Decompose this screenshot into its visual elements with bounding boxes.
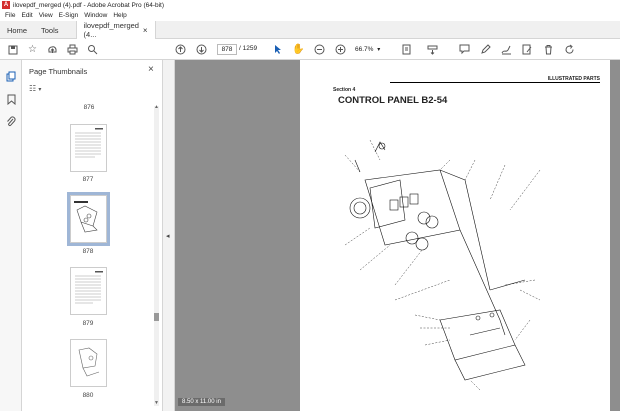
zoom-level-select[interactable]: 66.7% ▾ bbox=[355, 44, 385, 55]
tab-document[interactable]: ilovepdf_merged (4... × bbox=[75, 21, 156, 39]
comment-icon[interactable] bbox=[458, 43, 471, 56]
collapse-arrow-icon[interactable]: ◂ bbox=[166, 232, 170, 240]
menu-help[interactable]: Help bbox=[113, 12, 126, 19]
tab-tools[interactable]: Tools bbox=[34, 21, 66, 39]
save-icon[interactable] bbox=[6, 43, 19, 56]
upload-icon[interactable] bbox=[46, 43, 59, 56]
star-icon[interactable]: ☆ bbox=[26, 43, 39, 56]
print-icon[interactable] bbox=[66, 43, 79, 56]
search-icon[interactable] bbox=[86, 43, 99, 56]
menu-edit[interactable]: Edit bbox=[21, 12, 32, 19]
tab-document-label: ilovepdf_merged (4... bbox=[83, 21, 139, 39]
zoom-out-icon[interactable] bbox=[313, 43, 326, 56]
thumb-label: 876 bbox=[83, 104, 95, 111]
panel-close-icon[interactable]: × bbox=[148, 64, 154, 75]
page-number-input[interactable]: 878 bbox=[217, 44, 237, 55]
menu-file[interactable]: File bbox=[5, 12, 15, 19]
panel-title: Page Thumbnails bbox=[29, 67, 88, 76]
window-title: ilovepdf_merged (4).pdf - Adobe Acrobat … bbox=[13, 1, 165, 9]
next-page-icon[interactable] bbox=[195, 43, 208, 56]
previous-page-icon[interactable] bbox=[174, 43, 187, 56]
page-thumbnails-icon[interactable] bbox=[5, 70, 17, 82]
scrollbar-thumb[interactable] bbox=[154, 313, 159, 321]
scroll-up-icon[interactable]: ▲ bbox=[154, 104, 159, 110]
edit-pdf-icon[interactable] bbox=[521, 43, 534, 56]
thumbnail-879[interactable] bbox=[70, 267, 107, 315]
thumbnail-options-icon[interactable]: ☷ ▾ bbox=[29, 84, 41, 93]
exploded-parts-diagram bbox=[344, 139, 541, 391]
thumbnail-877[interactable] bbox=[70, 124, 107, 172]
fit-page-icon[interactable] bbox=[400, 43, 413, 56]
menu-view[interactable]: View bbox=[39, 12, 53, 19]
scroll-down-icon[interactable]: ▼ bbox=[154, 400, 159, 406]
thumbnails-panel: Page Thumbnails × ☷ ▾ 876 877 878 879 88… bbox=[22, 60, 163, 411]
zoom-level: 66.7% bbox=[355, 46, 374, 53]
thumbnail-scrollbar[interactable] bbox=[154, 106, 159, 406]
thumbnail-878[interactable] bbox=[67, 192, 110, 246]
pdf-page: ILLUSTRATED PARTS Section 4 CONTROL PANE… bbox=[300, 60, 610, 411]
highlight-pen-icon[interactable] bbox=[479, 43, 492, 56]
acrobat-icon: A bbox=[2, 1, 10, 9]
attachment-icon[interactable] bbox=[5, 115, 17, 127]
zoom-in-icon[interactable] bbox=[334, 43, 347, 56]
sign-icon[interactable] bbox=[500, 43, 513, 56]
panel-collapse-bar[interactable]: ◂ bbox=[163, 60, 175, 411]
thumb-label: 877 bbox=[82, 176, 94, 183]
page-size-indicator: 8.50 x 11.00 in bbox=[178, 398, 225, 406]
page-display-icon[interactable] bbox=[426, 43, 439, 56]
menu-window[interactable]: Window bbox=[84, 12, 107, 19]
document-view[interactable]: ILLUSTRATED PARTS Section 4 CONTROL PANE… bbox=[175, 60, 620, 411]
tab-close-icon[interactable]: × bbox=[143, 26, 148, 35]
tab-bar: Home Tools ilovepdf_merged (4... × bbox=[0, 21, 620, 39]
left-rail bbox=[0, 60, 22, 411]
thumbnail-880[interactable] bbox=[70, 339, 107, 387]
rotate-icon[interactable] bbox=[563, 43, 576, 56]
toolbar: ☆ ✋ bbox=[0, 39, 620, 60]
bookmark-icon[interactable] bbox=[5, 93, 17, 105]
delete-icon[interactable] bbox=[542, 43, 555, 56]
page-total: / 1259 bbox=[239, 45, 258, 52]
title-bar: A ilovepdf_merged (4).pdf - Adobe Acroba… bbox=[0, 0, 620, 10]
hand-tool-icon[interactable]: ✋ bbox=[292, 43, 305, 56]
chevron-down-icon: ▾ bbox=[377, 47, 381, 53]
thumb-label: 880 bbox=[82, 392, 94, 399]
select-cursor-icon[interactable] bbox=[271, 43, 284, 56]
menu-esign[interactable]: E-Sign bbox=[59, 12, 79, 19]
tab-home[interactable]: Home bbox=[0, 21, 34, 39]
thumb-label: 879 bbox=[82, 320, 94, 327]
menu-bar: File Edit View E-Sign Window Help bbox=[0, 10, 620, 21]
thumb-label: 878 bbox=[82, 248, 94, 255]
